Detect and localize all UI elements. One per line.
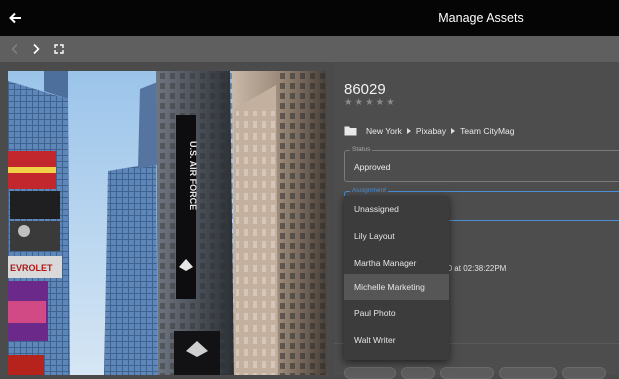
tag-chips: [344, 367, 606, 379]
star-icon[interactable]: ★: [344, 98, 353, 108]
dropdown-option-unassigned[interactable]: Unassigned: [344, 196, 449, 222]
folder-icon: [344, 126, 357, 136]
chevron-right-icon: [33, 43, 40, 55]
breadcrumb: New York Pixabay Team CityMag: [344, 125, 515, 136]
dropdown-option-michelle-marketing[interactable]: Michelle Marketing: [344, 274, 449, 300]
breadcrumb-separator-icon: [406, 127, 411, 134]
star-icon[interactable]: ★: [376, 98, 385, 108]
fullscreen-button[interactable]: [51, 41, 67, 57]
dropdown-option-paul-photo[interactable]: Paul Photo: [344, 300, 449, 326]
asset-id: 86029: [344, 81, 386, 98]
tag-chip[interactable]: [499, 367, 557, 379]
status-value: Approved: [354, 162, 391, 172]
toolbar: [0, 36, 619, 62]
star-icon[interactable]: ★: [365, 98, 374, 108]
tag-chip[interactable]: [562, 367, 606, 379]
tag-chip[interactable]: [440, 367, 494, 379]
assignment-dropdown: Unassigned Lily Layout Martha Manager Mi…: [344, 196, 449, 360]
breadcrumb-item[interactable]: Pixabay: [416, 126, 446, 136]
assignment-label: Assignment: [350, 187, 388, 194]
app-bar: Manage Assets: [0, 0, 619, 36]
breadcrumb-item[interactable]: Team CityMag: [460, 126, 514, 136]
back-button[interactable]: [6, 8, 26, 28]
breadcrumb-separator-icon: [451, 127, 456, 134]
city-photo-image: EVROLET U.S. AIR FORCE: [8, 71, 326, 375]
breadcrumb-item[interactable]: New York: [366, 126, 402, 136]
previous-button[interactable]: [7, 41, 23, 57]
next-button[interactable]: [28, 41, 44, 57]
asset-photo[interactable]: EVROLET U.S. AIR FORCE: [8, 71, 326, 375]
tag-chip[interactable]: [344, 367, 396, 379]
arrow-left-icon: [9, 12, 21, 24]
page-title: Manage Assets: [438, 11, 524, 25]
dropdown-option-lily-layout[interactable]: Lily Layout: [344, 223, 449, 249]
air-force-sign-text: U.S. AIR FORCE: [188, 141, 198, 210]
rating-stars[interactable]: ★ ★ ★ ★ ★: [344, 98, 395, 108]
tag-chip[interactable]: [401, 367, 435, 379]
star-icon[interactable]: ★: [355, 98, 364, 108]
content-area: EVROLET U.S. AIR FORCE 86029 ★ ★ ★ ★ ★ N…: [0, 62, 619, 379]
dropdown-option-martha-manager[interactable]: Martha Manager: [344, 250, 449, 276]
dropdown-option-walt-writer[interactable]: Walt Writer: [344, 327, 449, 353]
chevrolet-sign-text: EVROLET: [10, 263, 53, 273]
fullscreen-icon: [54, 44, 64, 54]
status-field[interactable]: Status Approved: [344, 146, 619, 182]
chevron-left-icon: [11, 43, 18, 55]
star-icon[interactable]: ★: [386, 98, 395, 108]
status-label: Status: [350, 146, 373, 153]
